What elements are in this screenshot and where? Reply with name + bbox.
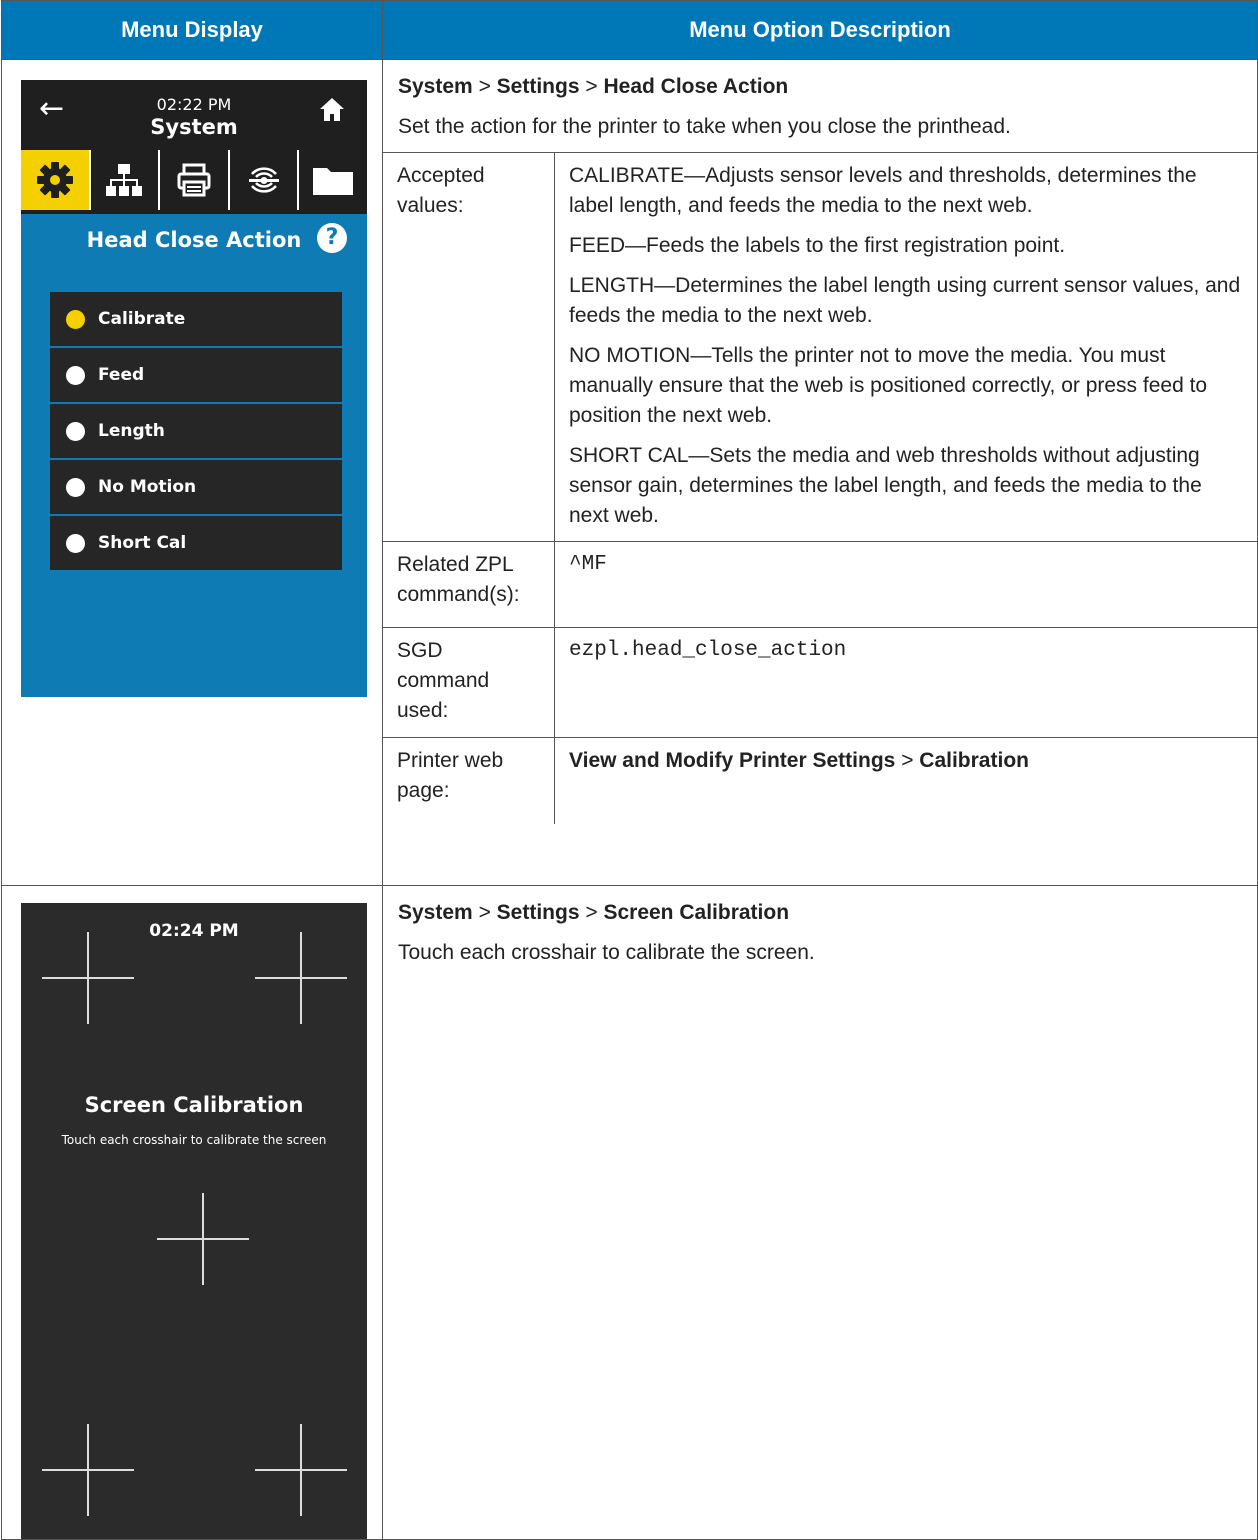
path-system: System <box>398 75 473 98</box>
gear-icon <box>36 162 73 198</box>
header-menu-option-description: Menu Option Description <box>382 0 1258 60</box>
menu-display-cell: ← 02:22 PM System Head Close Action ? Ca… <box>1 59 383 886</box>
path-separator: > <box>585 901 598 924</box>
wireless-icon <box>248 167 279 193</box>
web-page-calibration: Calibration <box>919 749 1029 772</box>
path-settings: Settings <box>496 75 580 98</box>
option-label: No Motion <box>98 477 197 497</box>
radio-selected-icon <box>66 309 85 329</box>
path-separator: > <box>478 901 491 924</box>
tab-network[interactable] <box>91 150 161 210</box>
radio-icon <box>66 421 85 441</box>
screen-calibration-screen: 02:24 PM Screen Calibration Touch each c… <box>21 903 367 1539</box>
option-calibrate[interactable]: Calibrate <box>50 292 342 346</box>
description-cell: System > Settings > Head Close Action Se… <box>382 59 1258 886</box>
tab-settings[interactable] <box>21 150 91 210</box>
folder-icon <box>313 168 354 195</box>
option-intro: Touch each crosshair to calibrate the sc… <box>398 941 815 964</box>
menu-display-cell: 02:24 PM Screen Calibration Touch each c… <box>1 885 383 1540</box>
radio-icon <box>66 533 85 553</box>
option-label: Short Cal <box>98 533 187 553</box>
network-icon <box>106 164 143 196</box>
accepted-values-label: Accepted values: <box>383 152 555 542</box>
help-icon[interactable]: ? <box>317 223 347 253</box>
web-page-label: Printer web page: <box>383 737 555 824</box>
option-label: Feed <box>98 365 145 385</box>
value-feed: FEED—Feeds the labels to the first regis… <box>569 234 1066 257</box>
screen-title: System <box>150 115 238 139</box>
calibration-subtitle: Touch each crosshair to calibrate the sc… <box>61 1133 327 1147</box>
crosshair-center[interactable] <box>157 1193 249 1285</box>
crosshair-top-right[interactable] <box>255 932 347 1024</box>
value-no-motion: NO MOTION—Tells the printer not to move … <box>569 344 1208 427</box>
web-page-value: View and Modify Printer Settings > Calib… <box>554 737 1257 824</box>
calibration-title: Screen Calibration <box>84 1093 304 1117</box>
option-no-motion[interactable]: No Motion <box>50 460 342 514</box>
menu-path: System > Settings > Head Close Action <box>398 72 1242 102</box>
web-page-link: View and Modify Printer Settings <box>569 749 896 772</box>
accepted-values: CALIBRATE—Adjusts sensor levels and thre… <box>554 152 1257 542</box>
sgd-value: ezpl.head_close_action <box>554 627 1257 738</box>
menu-heading: Head Close Action <box>86 228 302 252</box>
home-icon[interactable] <box>317 94 347 124</box>
printer-icon <box>177 163 211 197</box>
option-list: Calibrate Feed Length No Motion Short Ca… <box>50 292 342 572</box>
radio-icon <box>66 365 85 385</box>
path-settings: Settings <box>496 901 580 924</box>
option-intro: Set the action for the printer to take w… <box>398 115 1011 138</box>
path-screen-calibration: Screen Calibration <box>603 901 790 924</box>
zpl-value: ^MF <box>554 541 1257 628</box>
category-tabs <box>21 150 367 214</box>
tab-print[interactable] <box>160 150 230 210</box>
value-length: LENGTH—Determines the label length using… <box>569 274 1241 327</box>
path-head-close-action: Head Close Action <box>603 75 789 98</box>
crosshair-bottom-right[interactable] <box>255 1424 347 1516</box>
crosshair-bottom-left[interactable] <box>42 1424 134 1516</box>
radio-icon <box>66 477 85 497</box>
path-separator: > <box>478 75 491 98</box>
sgd-label: SGD command used: <box>383 627 555 738</box>
details-table: Accepted values: CALIBRATE—Adjusts senso… <box>383 152 1257 824</box>
head-close-action-screen: ← 02:22 PM System Head Close Action ? Ca… <box>21 80 367 697</box>
option-length[interactable]: Length <box>50 404 342 458</box>
menu-table: Menu Display Menu Option Description ← 0… <box>1 0 1258 1540</box>
menu-path: System > Settings > Screen Calibration <box>398 898 1242 928</box>
crosshair-top-left[interactable] <box>42 932 134 1024</box>
option-label: Calibrate <box>98 309 186 329</box>
zpl-label: Related ZPL command(s): <box>383 541 555 628</box>
option-short-cal[interactable]: Short Cal <box>50 516 342 570</box>
header-menu-display: Menu Display <box>1 0 383 60</box>
description-cell: System > Settings > Screen Calibration T… <box>382 885 1258 1540</box>
value-short-cal: SHORT CAL—Sets the media and web thresho… <box>569 444 1202 527</box>
path-separator: > <box>901 749 914 772</box>
option-label: Length <box>98 421 165 441</box>
path-system: System <box>398 901 473 924</box>
clock: 02:22 PM <box>156 95 232 114</box>
tab-storage[interactable] <box>299 150 367 210</box>
option-feed[interactable]: Feed <box>50 348 342 402</box>
path-separator: > <box>585 75 598 98</box>
tab-connection[interactable] <box>230 150 300 210</box>
value-calibrate: CALIBRATE—Adjusts sensor levels and thre… <box>569 164 1197 217</box>
